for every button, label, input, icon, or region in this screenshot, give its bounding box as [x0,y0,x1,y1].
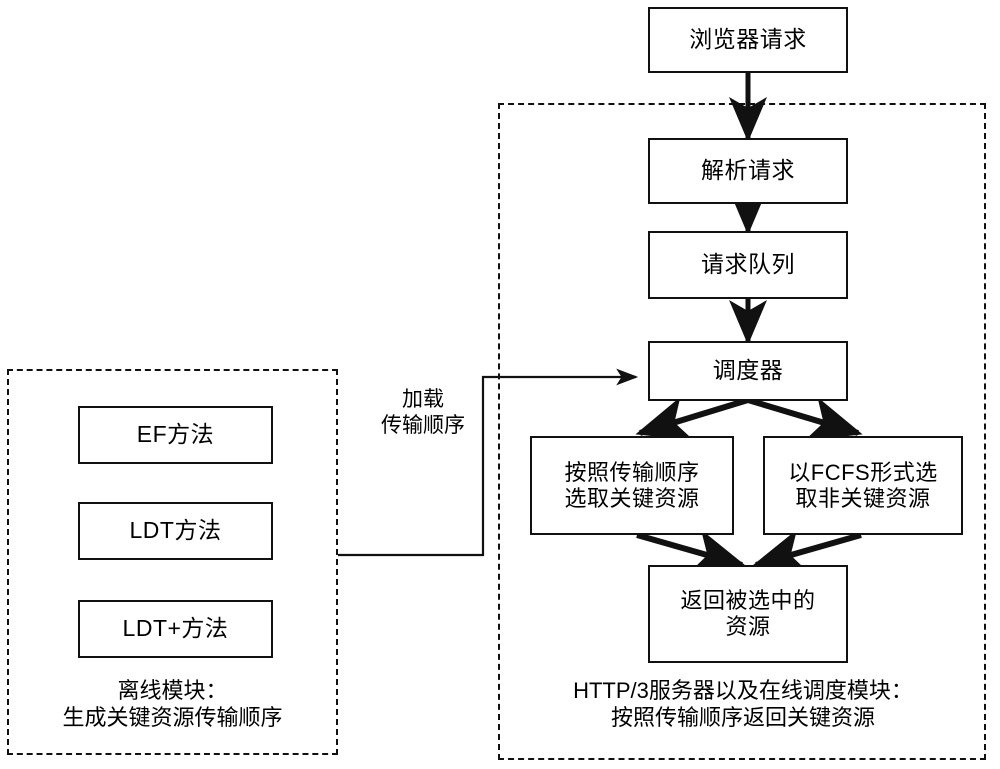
node-scheduler[interactable]: 调度器 [648,341,848,401]
node-select-nonkey-resources[interactable]: 以FCFS形式选 取非关键资源 [763,436,963,535]
edge-scheduler-to-select-key [635,396,749,441]
node-method-ldt-plus[interactable]: LDT+方法 [78,600,273,658]
node-parse-request[interactable]: 解析请求 [648,138,848,204]
node-return-selected-resource[interactable]: 返回被选中的 资源 [648,565,848,663]
node-browser-request[interactable]: 浏览器请求 [648,7,848,73]
edge-label-load-transmission-order: 加载 传输顺序 [381,388,465,437]
node-method-ldt[interactable]: LDT方法 [78,502,273,560]
node-select-key-resources[interactable]: 按照传输顺序 选取关键资源 [530,436,734,535]
edge-select-key-to-return [636,529,747,574]
diagram-canvas: 浏览器请求 解析请求 请求队列 调度器 按照传输顺序 选取关键资源 以FCFS形… [0,0,1000,769]
edge-scheduler-to-select-nonkey [747,397,863,441]
caption-online-module: HTTP/3服务器以及在线调度模块： 按照传输顺序返回关键资源 [573,678,913,730]
node-request-queue[interactable]: 请求队列 [648,231,848,299]
node-method-ef[interactable]: EF方法 [78,406,273,464]
edge-select-nonkey-to-return [751,529,862,574]
caption-offline-module: 离线模块： 生成关键资源传输顺序 [62,678,283,730]
